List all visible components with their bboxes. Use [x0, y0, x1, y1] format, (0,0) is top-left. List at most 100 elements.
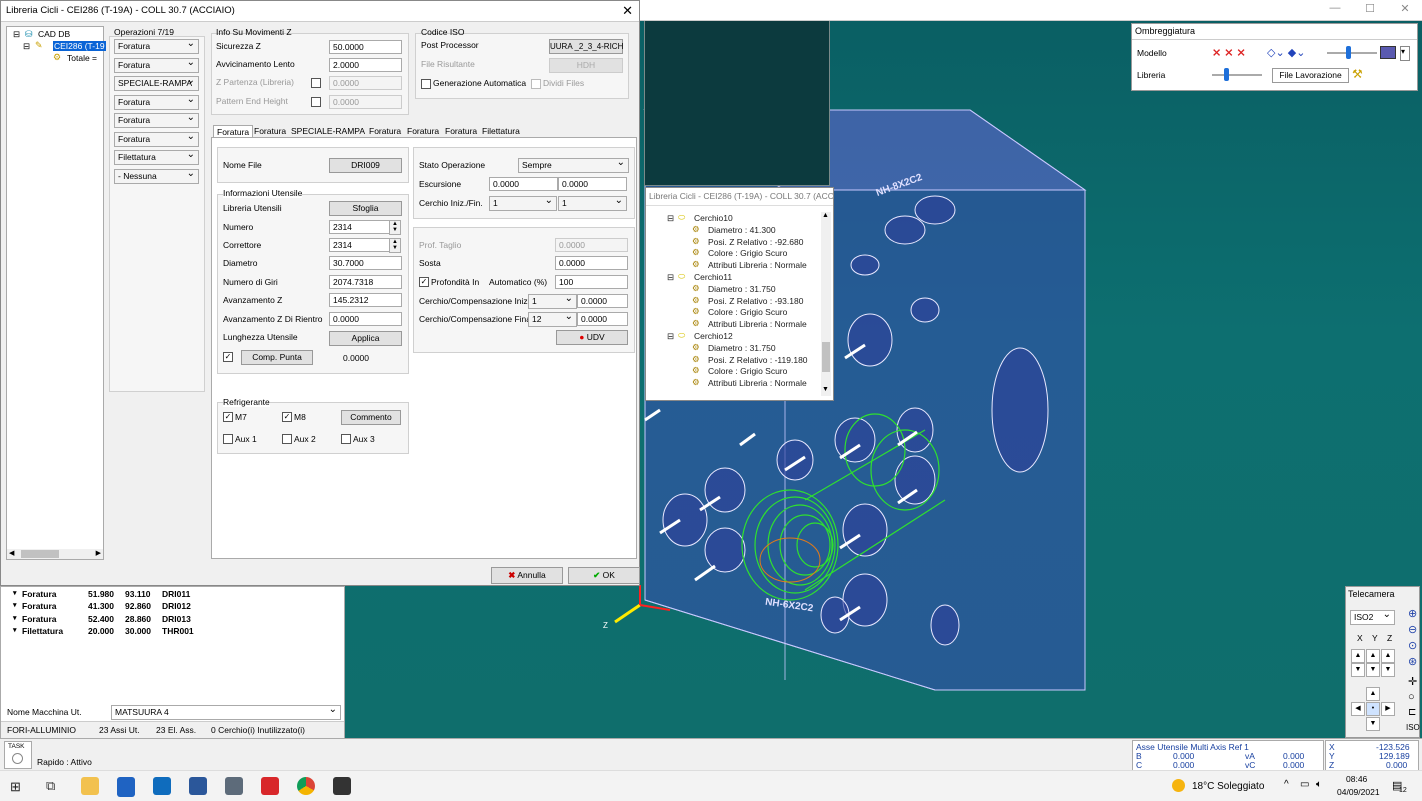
slider-thumb[interactable] [1346, 46, 1351, 59]
zoom-in-icon[interactable]: ⊕ [1408, 607, 1417, 620]
clock-date[interactable]: 04/09/2021 [1337, 787, 1380, 797]
chevron-down-icon[interactable]: ▾ [1400, 46, 1410, 61]
weather-text[interactable]: 18°C Soleggiato [1192, 781, 1264, 792]
tree-scrollbar[interactable]: ▲ ▼ [821, 212, 831, 396]
prof-taglio-input[interactable]: 0.0000 [555, 238, 628, 252]
rot-z-up-button[interactable]: ▲ [1381, 649, 1395, 663]
comp-iniziale-input[interactable]: 0.0000 [577, 294, 628, 308]
zoom-window-icon[interactable]: ⊛ [1408, 655, 1417, 668]
minimize-icon[interactable]: — [1320, 2, 1350, 18]
profondita-checkbox[interactable]: ✓ [419, 277, 429, 287]
comp-finale-input[interactable]: 0.0000 [577, 312, 628, 326]
tree-attribute[interactable]: Posi. Z Relativo : -93.180 [708, 296, 803, 306]
diametro-input[interactable]: 30.7000 [329, 256, 402, 270]
zoom-fit-icon[interactable]: ⊙ [1408, 639, 1417, 652]
aux1-checkbox[interactable] [223, 434, 233, 444]
comp-punta-checkbox[interactable]: ✓ [223, 352, 233, 362]
machine-app-icon[interactable] [333, 777, 351, 795]
calculator-icon[interactable] [225, 777, 243, 795]
wireframe-icon[interactable]: ◇⌄ ◆⌄ [1267, 46, 1305, 59]
file-explorer-icon[interactable] [81, 777, 99, 795]
operation-select[interactable]: - Nessuna [114, 168, 199, 184]
pan-left-button[interactable]: ◀ [1351, 702, 1365, 716]
tree-attribute[interactable]: Colore : Grigio Scuro [708, 366, 787, 376]
tab-operation[interactable]: Foratura [251, 125, 289, 137]
word-icon[interactable] [189, 777, 207, 795]
tree-attribute[interactable]: Attributi Libreria : Normale [708, 260, 807, 270]
numero-input[interactable]: 2314 [329, 220, 392, 234]
pan-center-button[interactable]: • [1366, 702, 1380, 716]
tree-hscrollbar[interactable]: ◀ ▶ [7, 549, 103, 559]
chrome-icon[interactable] [297, 777, 315, 795]
tree-expander[interactable]: ⊟ [667, 213, 674, 224]
automatico-input[interactable]: 100 [555, 275, 628, 289]
correttore-input[interactable]: 2314 [329, 238, 392, 252]
aux2-checkbox[interactable] [282, 434, 292, 444]
pattern-input[interactable]: 0.0000 [329, 95, 402, 109]
machine-select[interactable]: MATSUURA 4 [111, 705, 341, 720]
tree-expander[interactable]: ⊟ [13, 29, 20, 40]
dividi-files-checkbox[interactable] [531, 79, 541, 89]
tree-attribute[interactable]: Attributi Libreria : Normale [708, 319, 807, 329]
file-lavorazione-button[interactable]: File Lavorazione [1272, 68, 1349, 83]
clock-time[interactable]: 08:46 [1346, 774, 1367, 784]
rot-x-up-button[interactable]: ▲ [1351, 649, 1365, 663]
ok-button[interactable]: ✔ OK [568, 567, 640, 584]
stato-select[interactable]: Sempre [518, 158, 629, 173]
tree-expander[interactable]: ⊟ [23, 41, 30, 52]
view-icon[interactable]: ⊏ [1408, 707, 1416, 718]
m7-checkbox[interactable]: ✓ [223, 412, 233, 422]
pan-up-button[interactable]: ▲ [1366, 687, 1380, 701]
tree-expander[interactable]: ⊟ [667, 272, 674, 283]
avanzamento-z-input[interactable]: 145.2312 [329, 293, 402, 307]
sfoglia-button[interactable]: Sfoglia [329, 201, 402, 216]
outlook-icon[interactable] [153, 777, 171, 795]
avanzamento-rientro-input[interactable]: 0.0000 [329, 312, 402, 326]
nome-file-button[interactable]: DRI009 [329, 158, 402, 173]
cerchio-select-1[interactable]: 1 [489, 196, 557, 211]
color-swatch[interactable] [1380, 46, 1396, 59]
m8-checkbox[interactable]: ✓ [282, 412, 292, 422]
zoom-out-icon[interactable]: ⊖ [1408, 623, 1417, 636]
view-select[interactable]: ISO2 [1350, 610, 1395, 625]
zpartenza-input[interactable]: 0.0000 [329, 76, 402, 90]
pan-right-button[interactable]: ▶ [1381, 702, 1395, 716]
commento-button[interactable]: Commento [341, 410, 401, 425]
tree-attribute[interactable]: Diametro : 41.300 [708, 225, 776, 235]
close-icon[interactable]: ✕ [1390, 2, 1420, 18]
applica-button[interactable]: Applica [329, 331, 402, 346]
rot-y-up-button[interactable]: ▲ [1366, 649, 1380, 663]
tree-selected-part[interactable]: CEI286 (T-19 [53, 41, 106, 51]
tab-operation[interactable]: Filettatura [479, 125, 523, 137]
sosta-input[interactable]: 0.0000 [555, 256, 628, 270]
tab-operation[interactable]: Foratura [404, 125, 442, 137]
annulla-button[interactable]: ✖ Annulla [491, 567, 563, 584]
comp-punta-button[interactable]: Comp. Punta [241, 350, 313, 365]
close-icon[interactable]: ✕ [622, 3, 633, 19]
rot-x-down-button[interactable]: ▼ [1351, 663, 1365, 677]
transparency-slider[interactable] [1327, 52, 1377, 54]
operation-select[interactable]: Foratura [114, 39, 199, 54]
iso-view-icon[interactable]: ISO [1406, 723, 1420, 732]
comp-iniziale-select[interactable]: 1 [528, 294, 577, 309]
maximize-icon[interactable]: ☐ [1355, 2, 1385, 18]
operation-select[interactable]: Foratura [114, 57, 199, 73]
tree-circle-node[interactable]: Cerchio10 [694, 213, 733, 223]
udv-button[interactable]: ● UDV [556, 330, 628, 345]
task-box[interactable]: TASK [4, 741, 32, 769]
operation-select[interactable]: Foratura [114, 131, 199, 147]
chevron-up-icon[interactable]: ^ [1284, 779, 1289, 790]
operation-select[interactable]: Foratura [114, 113, 199, 128]
windows-start-icon[interactable]: ⊞ [10, 779, 21, 795]
avvicinamento-input[interactable]: 2.0000 [329, 58, 402, 72]
tree-attribute[interactable]: Colore : Grigio Scuro [708, 248, 787, 258]
escursione-input-2[interactable]: 0.0000 [558, 177, 627, 191]
tree-attribute[interactable]: Posi. Z Relativo : -119.180 [708, 355, 808, 365]
post-processor-button[interactable]: UURA _2_3_4-RICH [549, 39, 623, 54]
tree-attribute[interactable]: Posi. Z Relativo : -92.680 [708, 237, 803, 247]
pattern-checkbox[interactable] [311, 97, 321, 107]
libreria-slider[interactable] [1212, 74, 1262, 76]
move-icon[interactable]: ✛ [1408, 675, 1417, 688]
numero-spinner[interactable]: ▲ ▼ [389, 220, 401, 235]
slider-thumb[interactable] [1224, 68, 1229, 81]
